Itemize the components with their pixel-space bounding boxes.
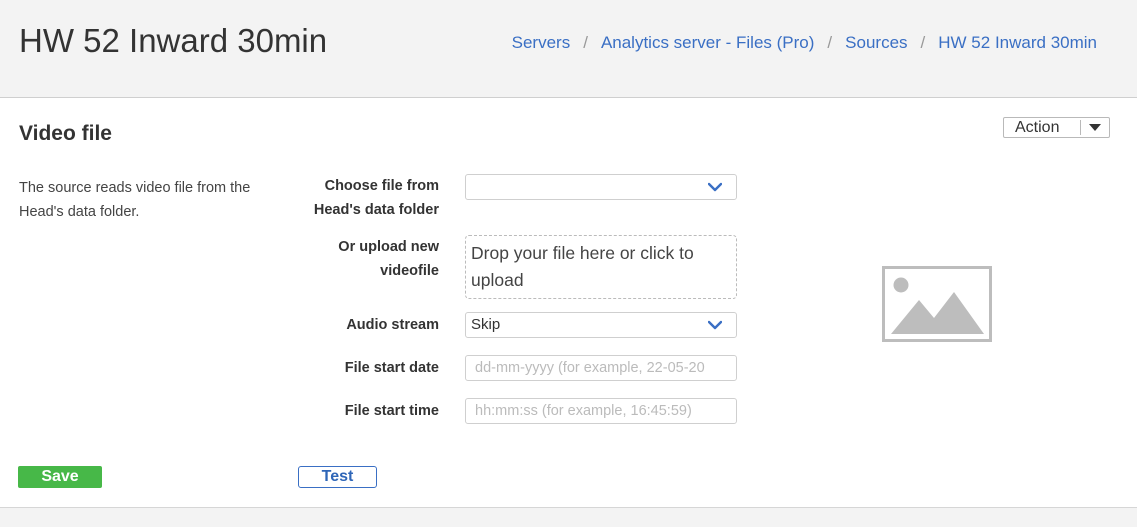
- audio-stream-select[interactable]: Skip: [465, 312, 737, 338]
- choose-file-label-line2: Head's data folder: [313, 202, 439, 218]
- image-placeholder-icon: [882, 266, 992, 342]
- breadcrumb-separator: /: [583, 33, 588, 52]
- audio-stream-label: Audio stream: [346, 317, 439, 333]
- breadcrumb-servers[interactable]: Servers: [512, 33, 571, 53]
- caret-down-icon: [1089, 124, 1101, 131]
- breadcrumb-sources[interactable]: Sources: [845, 33, 907, 53]
- breadcrumb-separator: /: [920, 33, 926, 52]
- test-button[interactable]: Test: [298, 466, 377, 488]
- file-dropzone[interactable]: Drop your file here or click to upload: [465, 235, 737, 299]
- chevron-down-icon: [708, 182, 722, 192]
- choose-file-select[interactable]: [465, 174, 737, 200]
- breadcrumb-current[interactable]: HW 52 Inward 30min: [938, 33, 1097, 53]
- breadcrumb-analytics-server[interactable]: Analytics server - Files (Pro): [601, 33, 814, 53]
- save-button[interactable]: Save: [18, 466, 102, 488]
- action-label: Action: [1015, 118, 1060, 136]
- start-date-input[interactable]: [465, 355, 737, 381]
- page-title: HW 52 Inward 30min: [19, 22, 328, 59]
- source-description: The source reads video file from the Hea…: [19, 180, 251, 220]
- start-time-input[interactable]: [465, 398, 737, 424]
- chevron-down-icon: [708, 320, 722, 330]
- upload-label-line1: Or upload new: [338, 239, 439, 255]
- page-footer: [0, 507, 1137, 527]
- action-dropdown-button[interactable]: Action: [1003, 117, 1110, 138]
- upload-label: Or upload new videofile: [290, 235, 439, 283]
- action-divider: [1080, 120, 1081, 135]
- upload-label-line2: videofile: [380, 263, 439, 279]
- start-date-label: File start date: [344, 360, 439, 376]
- page-header: HW 52 Inward 30min Servers / Analytics s…: [0, 0, 1137, 98]
- audio-stream-value: Skip: [471, 316, 501, 333]
- breadcrumb-separator: /: [827, 33, 833, 52]
- breadcrumb: Servers / Analytics server - Files (Pro)…: [512, 33, 1097, 53]
- section-title: Video file: [19, 122, 112, 145]
- choose-file-label-line1: Choose file from: [324, 178, 439, 194]
- choose-file-label: Choose file from Head's data folder: [290, 174, 439, 222]
- start-time-label: File start time: [344, 403, 439, 419]
